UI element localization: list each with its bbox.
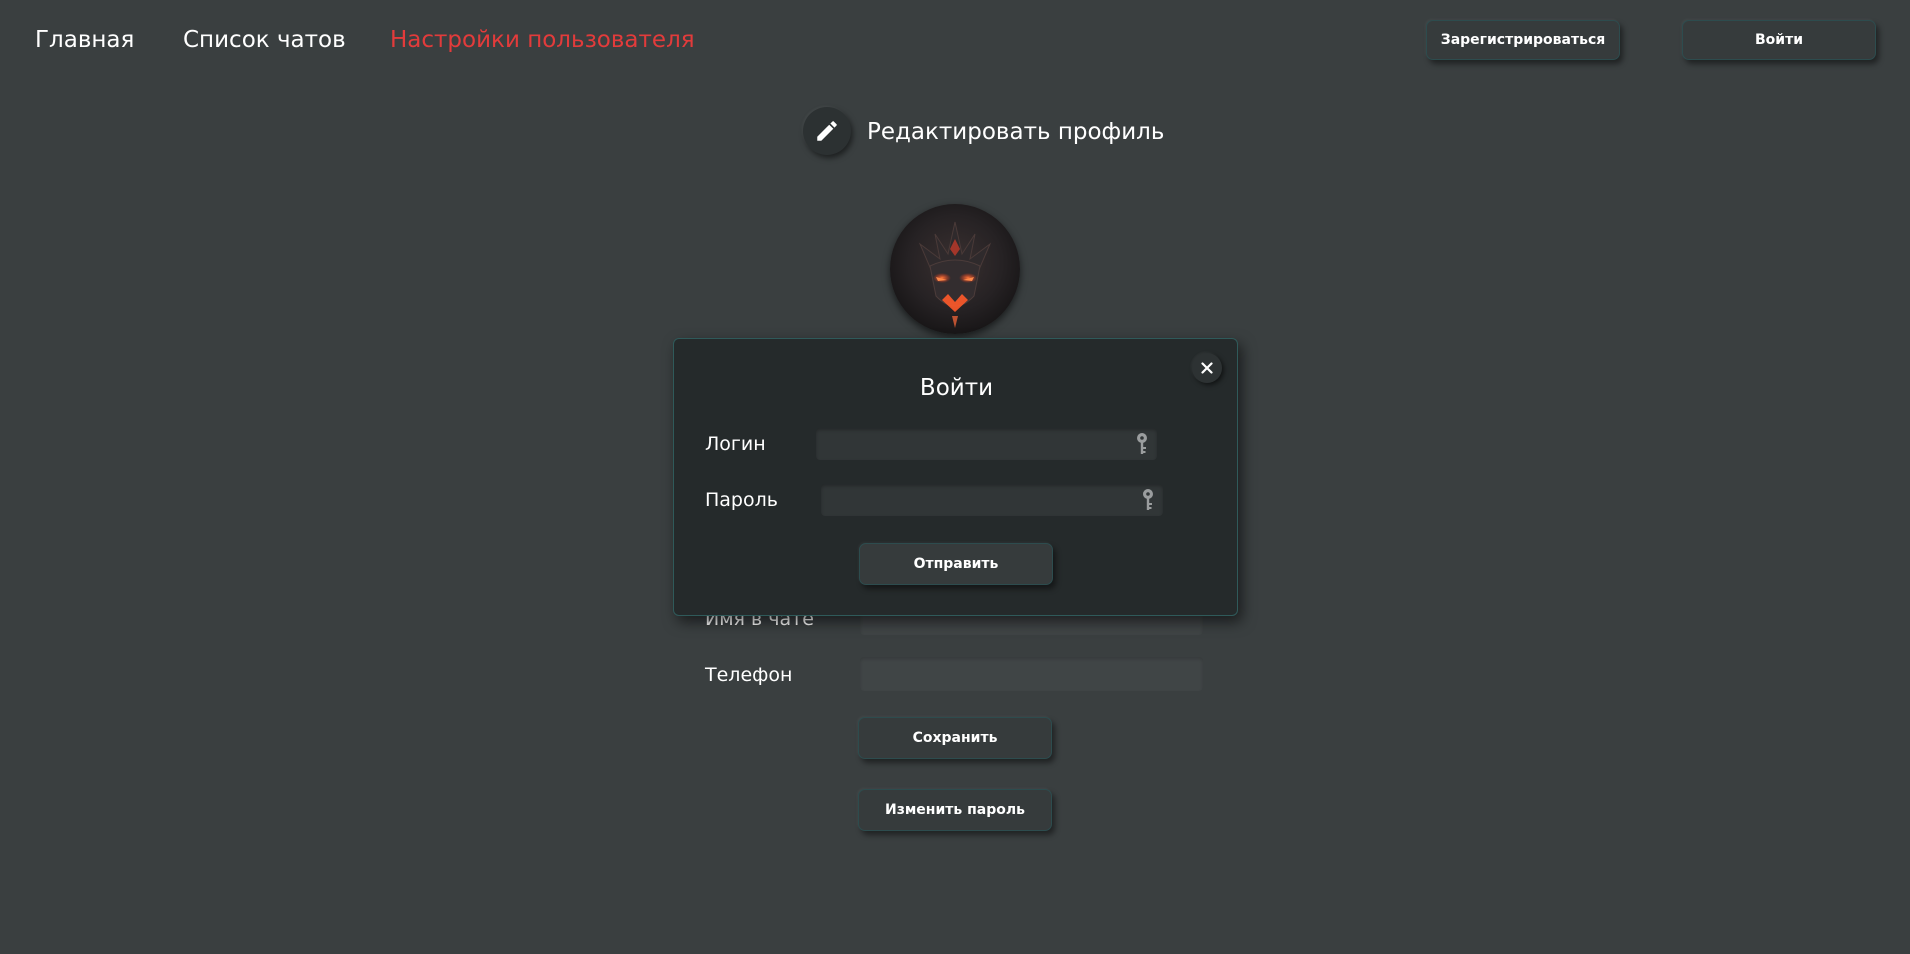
nav-link-home[interactable]: Главная (35, 26, 134, 54)
login-modal: Войти Логин Пароль Отправить (673, 338, 1238, 616)
close-icon (1201, 362, 1213, 374)
submit-button[interactable]: Отправить (859, 543, 1053, 585)
key-icon (1143, 489, 1153, 510)
login-label: Логин (705, 433, 766, 455)
password-label: Пароль (705, 489, 778, 511)
nav-link-chats[interactable]: Список чатов (183, 26, 346, 54)
save-button[interactable]: Сохранить (858, 717, 1052, 759)
avatar[interactable] (890, 204, 1020, 334)
phone-label: Телефон (705, 664, 793, 686)
login-input[interactable] (816, 428, 1157, 460)
register-button[interactable]: Зарегистрироваться (1426, 20, 1620, 60)
close-button[interactable] (1192, 353, 1222, 383)
key-icon (1137, 433, 1147, 454)
phone-field[interactable] (860, 657, 1203, 691)
nav-link-settings[interactable]: Настройки пользователя (390, 26, 695, 54)
login-field (816, 428, 1157, 460)
demon-face-avatar (890, 204, 1020, 334)
modal-title: Войти (919, 375, 994, 401)
pencil-icon (817, 121, 837, 141)
password-input[interactable] (821, 484, 1163, 516)
change-password-button[interactable]: Изменить пароль (858, 789, 1052, 831)
password-field (821, 484, 1163, 516)
edit-profile-button[interactable] (803, 107, 851, 155)
top-navigation: Главная Список чатов Настройки пользоват… (0, 0, 1910, 80)
edit-profile-title: Редактировать профиль (867, 119, 1165, 145)
login-button[interactable]: Войти (1682, 20, 1876, 60)
